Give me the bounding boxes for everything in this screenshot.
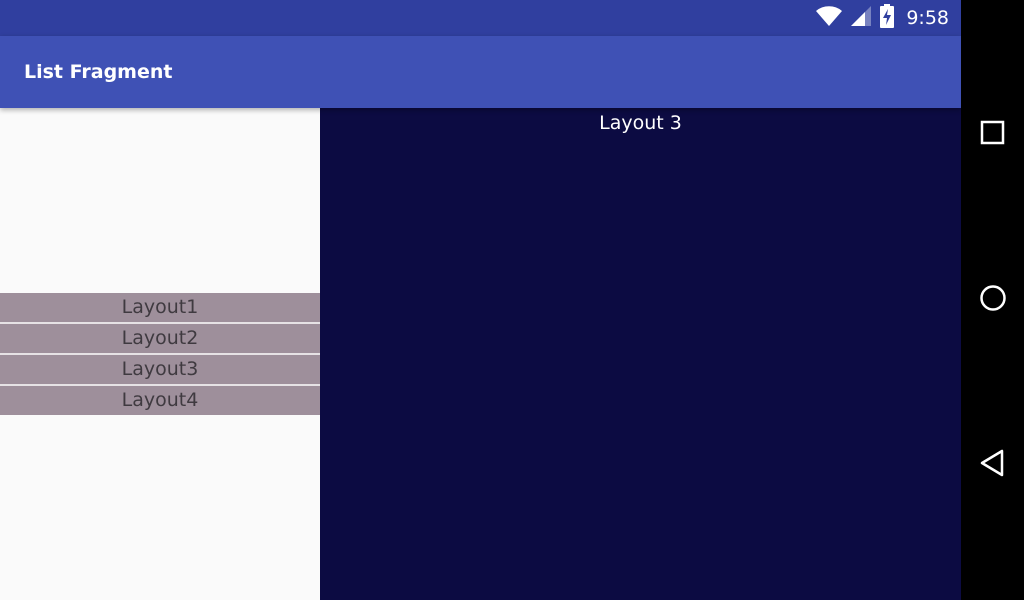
list-fragment: Layout1 Layout2 Layout3 Layout4 xyxy=(0,108,320,600)
navigation-bar xyxy=(961,0,1024,600)
list-item-layout3[interactable]: Layout3 xyxy=(0,355,320,386)
recents-button[interactable] xyxy=(961,105,1024,165)
recents-icon xyxy=(980,120,1006,150)
back-button[interactable] xyxy=(961,435,1024,495)
home-icon xyxy=(979,284,1007,316)
back-icon xyxy=(980,449,1006,481)
app-bar: List Fragment xyxy=(0,36,961,108)
layout-list: Layout1 Layout2 Layout3 Layout4 xyxy=(0,293,320,415)
status-icons: 9:58 xyxy=(816,0,949,36)
app-screen: 9:58 List Fragment Layout1 Layout2 Layou… xyxy=(0,0,1024,600)
battery-charging-icon xyxy=(880,4,895,32)
list-item-layout2[interactable]: Layout2 xyxy=(0,324,320,355)
status-bar: 9:58 xyxy=(0,0,961,36)
app-title: List Fragment xyxy=(24,61,173,83)
detail-title: Layout 3 xyxy=(599,112,682,134)
list-item-layout4[interactable]: Layout4 xyxy=(0,386,320,415)
status-time: 9:58 xyxy=(906,7,949,29)
list-item-layout1[interactable]: Layout1 xyxy=(0,293,320,324)
wifi-icon xyxy=(816,5,843,31)
detail-fragment: Layout 3 xyxy=(320,108,961,600)
cell-signal-icon xyxy=(850,5,872,31)
home-button[interactable] xyxy=(961,270,1024,330)
